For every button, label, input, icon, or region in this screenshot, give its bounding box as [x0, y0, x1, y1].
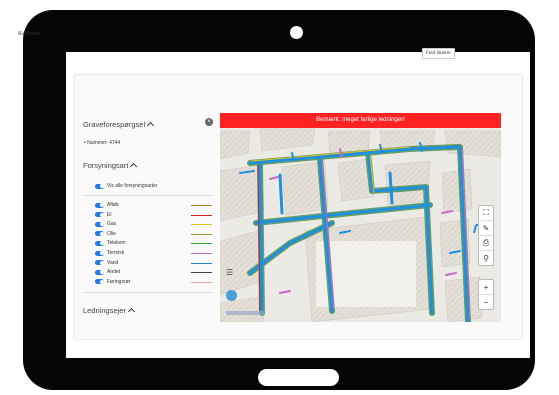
section-graveforespoergsel-header[interactable]: Graveforespørgsel [83, 120, 155, 130]
legend-label: Olie [107, 230, 116, 237]
legend-swatch [191, 205, 212, 206]
legend-swatch [191, 262, 212, 264]
toggle-switch[interactable] [95, 202, 104, 208]
zoom-controls: + − [478, 279, 494, 310]
toggle-switch[interactable] [95, 260, 104, 266]
toggle-switch[interactable] [95, 183, 104, 189]
legend-label: Gas [107, 221, 117, 228]
legend-swatch [191, 243, 212, 245]
legend-swatch [191, 224, 212, 226]
legend-label: Afløb [107, 202, 119, 208]
toggle-switch[interactable] [95, 269, 104, 275]
legend-item[interactable]: Føringsrør [95, 279, 215, 285]
scale-bar [226, 311, 264, 315]
toggle-switch[interactable] [95, 279, 104, 285]
request-number: • Nummer: 4744 [84, 140, 121, 146]
camera-icon [290, 26, 303, 39]
toggle-switch[interactable] [95, 221, 104, 227]
section-ledningsejer-header[interactable]: Ledningsejer [83, 306, 135, 316]
legend-item[interactable]: Termisk [95, 250, 215, 256]
toggle-switch[interactable] [95, 250, 104, 256]
print-icon[interactable]: ⎙ [479, 236, 493, 251]
legend-item[interactable]: Gas [95, 221, 215, 227]
legend-label: Andet [107, 269, 121, 276]
legend-label: Føringsrør [107, 278, 131, 285]
toggle-switch[interactable] [95, 212, 104, 218]
legend-swatch [191, 233, 212, 235]
legend-item[interactable]: Telekom [95, 240, 215, 246]
zoom-in-button[interactable]: + [479, 280, 493, 295]
legend-swatch [191, 253, 212, 254]
side-panel: Graveforespørgsel × • Nummer: 4744 Forsy… [75, 60, 220, 322]
home-button[interactable] [258, 369, 339, 386]
divider [83, 195, 213, 196]
close-icon[interactable]: × [205, 118, 213, 126]
legend-item[interactable]: Andet [95, 269, 215, 275]
legend-label: Termisk [107, 250, 125, 256]
section-forsyningsart-header[interactable]: Forsyningsart [83, 161, 138, 171]
legend-item[interactable]: Vand [95, 260, 215, 266]
legend-item[interactable]: Afløb [95, 202, 215, 208]
chevron-up-icon [127, 307, 135, 316]
basemap-globe-icon[interactable] [226, 290, 237, 301]
legend-swatch [191, 272, 212, 274]
location-pin-icon[interactable]: ⚲ [479, 251, 493, 265]
legend-swatch [191, 281, 212, 283]
fold-screen-button[interactable]: Fold Skærm [422, 48, 455, 59]
map-view[interactable]: Bemærk: meget farlige ledninger! ⛶ ✎ ⎙ ⚲… [220, 113, 501, 322]
warning-banner: Bemærk: meget farlige ledninger! [220, 113, 501, 128]
app-title: Kortviser [18, 31, 41, 37]
legend-label: El [107, 211, 112, 218]
fullscreen-icon[interactable]: ⛶ [479, 206, 493, 221]
toggle-switch[interactable] [95, 231, 104, 237]
ruler-icon[interactable]: ✎ [479, 221, 493, 236]
legend-item[interactable]: Olie [95, 231, 215, 237]
toggle-all-utilities[interactable]: Vis alle forsyningsarter [95, 183, 158, 189]
map-tools: ⛶ ✎ ⎙ ⚲ [478, 205, 494, 266]
legend-label: Telekom [107, 240, 126, 247]
section-title: Forsyningsart [83, 161, 129, 170]
legend-item[interactable]: El [95, 212, 215, 218]
section-title: Ledningsejer [83, 306, 126, 315]
chevron-up-icon [130, 162, 138, 171]
toggle-all-label: Vis alle forsyningsarter [107, 183, 158, 189]
legend-swatch [191, 214, 212, 216]
legend-label: Vand [107, 259, 119, 266]
toggle-switch[interactable] [95, 240, 104, 246]
layers-icon[interactable]: ☰ [226, 268, 236, 278]
chevron-up-icon [147, 121, 155, 130]
map-canvas[interactable] [220, 113, 501, 322]
section-title: Graveforespørgsel [83, 120, 146, 129]
zoom-out-button[interactable]: − [479, 295, 493, 309]
divider [83, 292, 213, 293]
